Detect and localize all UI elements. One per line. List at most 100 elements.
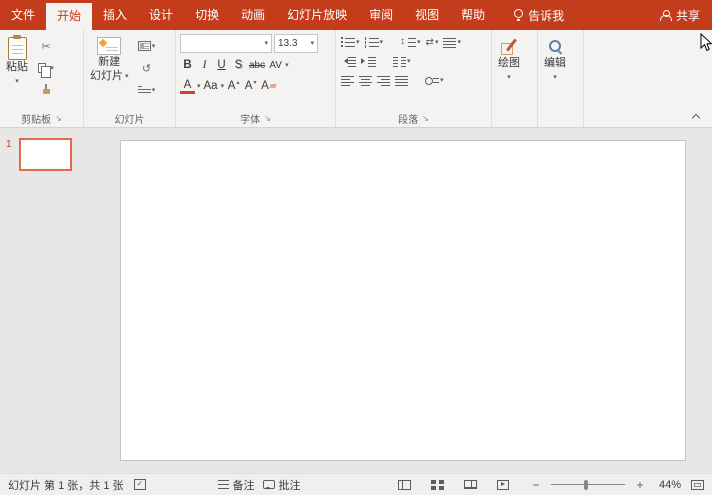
tab-view[interactable]: 视图 — [404, 0, 450, 30]
slide-indicator: 幻灯片 第 1 张，共 1 张 — [8, 479, 124, 492]
zoom-out-button[interactable]: − — [531, 478, 541, 492]
tab-file[interactable]: 文件 — [0, 0, 46, 30]
font-name-combo[interactable] — [180, 34, 272, 53]
ribbon-tab-bar: 文件 开始 插入 设计 切换 动画 幻灯片放映 审阅 视图 帮助 告诉我 共享 — [0, 0, 712, 30]
paragraph-dialog-launcher[interactable]: ↘ — [422, 114, 429, 123]
person-icon — [660, 9, 673, 21]
increase-indent-icon — [361, 55, 376, 67]
change-case-button[interactable]: Aa — [203, 78, 219, 94]
clear-formatting-button[interactable]: A — [260, 78, 277, 94]
paste-label: 粘贴 — [6, 61, 28, 73]
font-name-dropdown-icon — [264, 38, 268, 49]
normal-view-button[interactable] — [398, 479, 411, 490]
paragraph-group: ⇄ — [336, 30, 492, 127]
tab-home[interactable]: 开始 — [46, 3, 93, 30]
font-size-combo[interactable]: 13.3 — [274, 34, 318, 53]
align-left-button[interactable] — [340, 72, 355, 88]
zoom-slider-thumb[interactable] — [584, 479, 588, 490]
new-slide-button[interactable]: 新建 幻灯片 — [86, 32, 133, 110]
paste-clipboard-icon — [7, 35, 27, 60]
convert-smartart-button[interactable] — [424, 72, 445, 88]
cut-button[interactable]: ✂ — [34, 37, 58, 55]
copy-button[interactable] — [34, 59, 58, 78]
spell-check-icon[interactable] — [133, 479, 146, 490]
comments-icon — [262, 480, 275, 490]
slide-canvas[interactable] — [120, 140, 686, 461]
slide-sorter-view-button[interactable] — [431, 479, 444, 490]
tab-design[interactable]: 设计 — [138, 0, 184, 30]
strikethrough-button[interactable]: abc — [248, 57, 266, 73]
clipboard-group: 粘贴 ✂ 剪贴板 ↘ — [0, 30, 84, 127]
justify-icon — [395, 74, 408, 86]
line-spacing-button[interactable] — [399, 34, 422, 50]
editing-dropdown-icon — [553, 71, 557, 84]
tab-insert[interactable]: 插入 — [92, 0, 138, 30]
clipboard-group-label-text: 剪贴板 — [21, 115, 52, 126]
line-spacing-dropdown-icon — [417, 33, 421, 51]
underline-button[interactable]: U — [214, 57, 229, 73]
font-dialog-launcher[interactable]: ↘ — [264, 114, 271, 123]
bullets-button[interactable] — [340, 34, 361, 50]
format-painter-button[interactable] — [34, 81, 58, 99]
zoom-percentage[interactable]: 44% — [653, 479, 681, 491]
tell-me-label: 告诉我 — [528, 8, 565, 23]
drawing-pen-icon — [501, 39, 517, 55]
decrease-indent-button[interactable] — [340, 53, 357, 69]
share-label: 共享 — [675, 8, 700, 23]
slides-group: 新建 幻灯片 ↺ 幻灯片 — [84, 30, 176, 127]
share-button[interactable]: 共享 — [650, 0, 710, 30]
tab-help[interactable]: 帮助 — [450, 0, 496, 30]
section-dropdown-icon — [152, 81, 156, 99]
columns-button[interactable] — [392, 53, 412, 69]
align-text-button[interactable] — [442, 34, 462, 50]
increase-font-size-button[interactable]: A — [226, 78, 241, 94]
slide-thumbnail[interactable] — [18, 138, 72, 171]
numbering-button[interactable] — [364, 34, 385, 50]
paste-button[interactable]: 粘贴 — [2, 32, 32, 110]
powerpoint-window: 文件 开始 插入 设计 切换 动画 幻灯片放映 审阅 视图 帮助 告诉我 共享 … — [0, 0, 712, 495]
tab-transitions[interactable]: 切换 — [184, 0, 230, 30]
scissors-icon: ✂ — [41, 40, 51, 53]
text-direction-dropdown-icon — [435, 33, 439, 51]
decrease-indent-icon — [341, 55, 356, 67]
justify-button[interactable] — [394, 72, 409, 88]
zoom-in-button[interactable]: + — [635, 478, 645, 492]
tab-review[interactable]: 审阅 — [358, 0, 404, 30]
align-center-icon — [359, 74, 372, 86]
slide-thumbnail-item[interactable]: 1 — [6, 138, 72, 171]
comments-button[interactable]: 批注 — [262, 477, 301, 493]
tell-me-button[interactable]: 告诉我 — [504, 0, 574, 30]
magnifier-icon — [548, 39, 563, 54]
font-color-dropdown-icon — [197, 77, 201, 95]
section-button[interactable] — [135, 81, 159, 99]
collapse-ribbon-button[interactable] — [691, 112, 702, 121]
text-direction-button[interactable]: ⇄ — [425, 34, 440, 50]
increase-indent-button[interactable] — [360, 53, 377, 69]
tab-animations[interactable]: 动画 — [230, 0, 276, 30]
italic-button[interactable]: I — [197, 57, 212, 73]
notes-button[interactable]: 备注 — [217, 477, 255, 493]
editing-button[interactable]: 编辑 — [540, 32, 570, 110]
reset-slide-button[interactable]: ↺ — [135, 59, 159, 77]
bold-button[interactable]: B — [180, 57, 195, 73]
new-slide-dropdown-icon — [125, 70, 129, 83]
font-color-button[interactable]: A — [180, 79, 195, 94]
slides-mini-buttons: ↺ — [135, 32, 159, 99]
text-shadow-button[interactable]: S — [231, 57, 246, 73]
ribbon: 粘贴 ✂ 剪贴板 ↘ 新建 幻灯片 — [0, 30, 712, 128]
zoom-slider[interactable] — [551, 479, 625, 491]
drawing-button[interactable]: 绘图 — [494, 32, 524, 110]
slide-layout-button[interactable] — [135, 37, 159, 55]
fit-to-window-button[interactable] — [691, 479, 704, 490]
align-center-button[interactable] — [358, 72, 373, 88]
decrease-font-size-button[interactable]: A — [243, 78, 258, 94]
reading-view-button[interactable] — [464, 480, 477, 489]
clipboard-dialog-launcher[interactable]: ↘ — [55, 114, 62, 123]
editing-group: 编辑 — [538, 30, 584, 127]
character-spacing-button[interactable]: AV — [268, 57, 283, 73]
align-right-button[interactable] — [376, 72, 391, 88]
slideshow-button[interactable] — [497, 479, 509, 490]
smartart-dropdown-icon — [440, 71, 444, 89]
view-switcher — [398, 479, 509, 490]
tab-slideshow[interactable]: 幻灯片放映 — [276, 0, 358, 30]
